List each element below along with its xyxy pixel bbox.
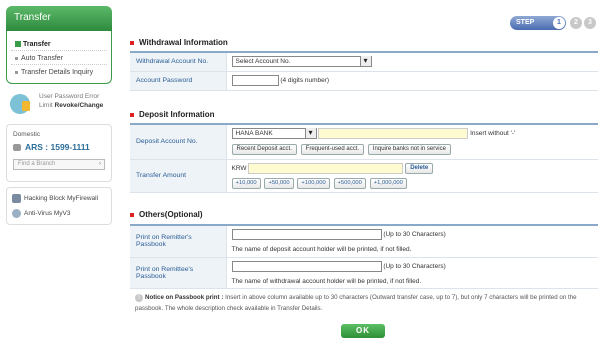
phone-icon bbox=[13, 144, 21, 152]
withdrawal-account-select[interactable]: Select Account No. bbox=[231, 56, 372, 68]
info-icon: ! bbox=[135, 294, 143, 302]
sidebar: Transfer Transfer Auto Transfer Transfer… bbox=[6, 6, 112, 225]
user-lock-icon bbox=[10, 94, 30, 114]
sidebar-item-auto-transfer[interactable]: Auto Transfer bbox=[11, 51, 107, 65]
remittee-hint: (Up to 30 Characters) bbox=[383, 262, 446, 270]
frequent-account-button[interactable]: Frequent-used acct. bbox=[300, 144, 365, 156]
sidebar-item-transfer-details[interactable]: Transfer Details Inquiry bbox=[11, 65, 107, 79]
remittee-passbook-input[interactable] bbox=[231, 260, 382, 272]
withdrawal-account-label: Withdrawal Account No. bbox=[130, 52, 227, 72]
transfer-amount-input[interactable] bbox=[248, 162, 404, 174]
deposit-section-title: Deposit Information bbox=[130, 110, 215, 119]
transfer-amount-label: Transfer Amount bbox=[130, 159, 227, 193]
sidebar-menu: Transfer Auto Transfer Transfer Details … bbox=[6, 31, 112, 84]
domestic-label: Domestic bbox=[13, 131, 41, 138]
step-1-badge: STEP 1 bbox=[510, 16, 566, 30]
password-hint: (4 digits number) bbox=[280, 77, 330, 85]
bullet-icon bbox=[15, 56, 18, 60]
add-10000-button[interactable]: +10,000 bbox=[231, 177, 261, 189]
remitter-description: The name of deposit account holder will … bbox=[231, 246, 412, 254]
passbook-notice: ! Notice on Passbook print : Insert in ab… bbox=[135, 294, 577, 312]
insert-hint: Insert without '-' bbox=[470, 130, 516, 138]
firewall-icon bbox=[12, 193, 21, 203]
hacking-block-link[interactable]: Hacking Block MyFirewall bbox=[12, 193, 106, 208]
add-50000-button[interactable]: +50,000 bbox=[264, 177, 294, 189]
bullet-icon bbox=[15, 70, 18, 74]
step-2-badge: 2 bbox=[570, 17, 582, 29]
bullet-icon bbox=[130, 112, 134, 117]
inquire-banks-button[interactable]: Inquire banks not in service bbox=[367, 144, 451, 156]
sidebar-item-label: Auto Transfer bbox=[21, 55, 64, 62]
add-1000000-button[interactable]: +1,000,000 bbox=[369, 177, 407, 189]
antivirus-icon bbox=[12, 208, 21, 218]
remittee-description: The name of withdrawal account holder wi… bbox=[231, 277, 422, 285]
remittee-passbook-label: Print on Remittee's Passbook bbox=[130, 257, 227, 289]
deposit-account-input[interactable] bbox=[318, 128, 469, 140]
currency-label: KRW bbox=[231, 164, 247, 172]
add-500000-button[interactable]: +500,000 bbox=[333, 177, 366, 189]
sidebar-item-label: Transfer Details Inquiry bbox=[21, 69, 94, 76]
recent-deposit-button[interactable]: Recent Deposit acct. bbox=[231, 144, 297, 156]
bank-select[interactable]: HANA BANK bbox=[231, 128, 317, 140]
account-password-input[interactable] bbox=[231, 75, 279, 86]
sidebar-item-transfer[interactable]: Transfer bbox=[11, 37, 107, 51]
remitter-hint: (Up to 30 Characters) bbox=[383, 231, 446, 239]
remitter-passbook-input[interactable] bbox=[231, 229, 382, 241]
account-password-label: Account Password bbox=[130, 71, 227, 91]
password-revoke-link[interactable]: Limit Revoke/Change bbox=[39, 102, 103, 109]
bullet-icon bbox=[130, 40, 134, 45]
withdrawal-table: Withdrawal Account No. Select Account No… bbox=[130, 51, 598, 91]
password-error-banner[interactable]: User Password Error Limit Revoke/Change bbox=[6, 92, 112, 118]
check-icon bbox=[15, 41, 21, 48]
anti-virus-link[interactable]: Anti-Virus MyV3 bbox=[12, 208, 106, 223]
step-indicator: STEP 1 2 3 bbox=[510, 16, 598, 30]
sidebar-title: Transfer bbox=[6, 6, 112, 31]
deposit-table: Deposit Account No. HANA BANK Insert wit… bbox=[130, 123, 598, 193]
security-box: Hacking Block MyFirewall Anti-Virus MyV3 bbox=[6, 187, 112, 225]
delete-button[interactable]: Delete bbox=[405, 162, 434, 174]
withdrawal-section-title: Withdrawal Information bbox=[130, 38, 228, 47]
bullet-icon bbox=[130, 212, 134, 217]
add-100000-button[interactable]: +100,000 bbox=[297, 177, 330, 189]
ars-number: ARS : 1599-1111 bbox=[13, 142, 105, 152]
step-3-badge: 3 bbox=[584, 17, 596, 29]
password-error-text: User Password Error bbox=[39, 93, 100, 100]
sidebar-item-label: Transfer bbox=[23, 41, 51, 48]
ok-button[interactable]: OK bbox=[341, 324, 385, 338]
find-branch-select[interactable]: Find a Branch bbox=[13, 159, 105, 170]
contact-box: Domestic ARS : 1599-1111 Find a Branch bbox=[6, 124, 112, 182]
deposit-account-label: Deposit Account No. bbox=[130, 124, 227, 160]
others-table: Print on Remitter's Passbook (Up to 30 Ch… bbox=[130, 224, 598, 289]
others-section-title: Others(Optional) bbox=[130, 210, 203, 219]
remitter-passbook-label: Print on Remitter's Passbook bbox=[130, 225, 227, 258]
